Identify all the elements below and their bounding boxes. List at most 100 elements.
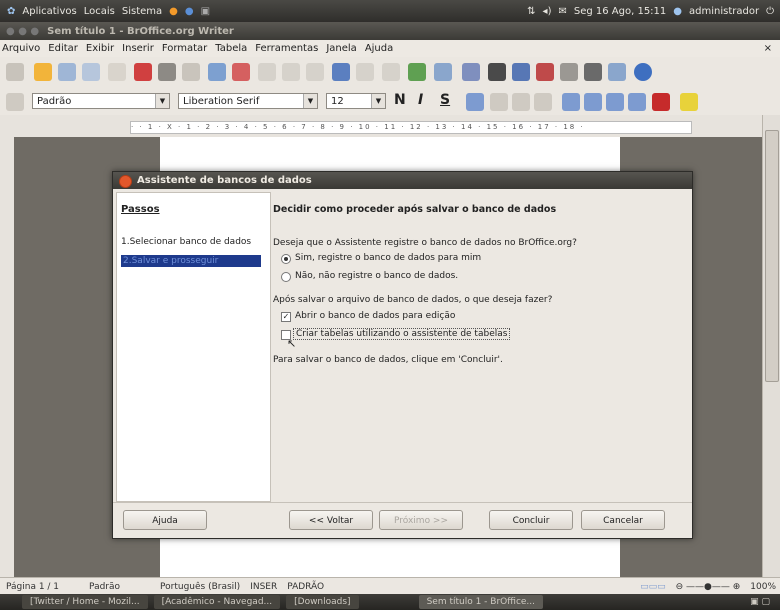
gnome-foot-icon[interactable]: ✿ xyxy=(7,6,15,17)
format-paintbrush-icon[interactable] xyxy=(332,63,350,81)
step-save-and-proceed[interactable]: 2.Salvar e prosseguir xyxy=(121,255,261,267)
navigator-icon[interactable] xyxy=(512,63,530,81)
window-title-bar[interactable]: ● ● ● Sem título 1 - BrOffice.org Writer xyxy=(0,22,780,40)
menu-janela[interactable]: Janela xyxy=(326,43,356,54)
menu-editar[interactable]: Editar xyxy=(48,43,78,54)
align-right-icon[interactable] xyxy=(512,93,530,111)
italic-button[interactable]: I xyxy=(418,92,423,108)
checkbox-open-database[interactable]: ✓ xyxy=(281,312,291,322)
paste-icon[interactable] xyxy=(306,63,324,81)
terminal-launcher-icon[interactable]: ▣ xyxy=(201,6,210,17)
cancel-button[interactable]: Cancelar xyxy=(581,510,665,530)
draw-functions-icon[interactable] xyxy=(462,63,480,81)
font-size-combo[interactable]: 12 ▼ xyxy=(326,93,386,109)
menu-exibir[interactable]: Exibir xyxy=(86,43,114,54)
scrollbar-thumb[interactable] xyxy=(765,130,779,382)
save-icon[interactable] xyxy=(58,63,76,81)
font-name-combo[interactable]: Liberation Serif ▼ xyxy=(178,93,318,109)
page-count[interactable]: Página 1 / 1 xyxy=(6,582,59,592)
radio-register-yes[interactable] xyxy=(281,254,291,264)
align-center-icon[interactable] xyxy=(490,93,508,111)
finish-button[interactable]: Concluir xyxy=(489,510,573,530)
export-pdf-icon[interactable] xyxy=(134,63,152,81)
menu-places[interactable]: Locais xyxy=(84,6,115,17)
menu-applications[interactable]: Aplicativos xyxy=(22,6,76,17)
redo-icon[interactable] xyxy=(382,63,400,81)
email-icon[interactable] xyxy=(82,63,100,81)
help-icon[interactable] xyxy=(634,63,652,81)
username[interactable]: administrador xyxy=(689,6,759,17)
chevron-down-icon[interactable]: ▼ xyxy=(371,94,385,108)
chevron-down-icon[interactable]: ▼ xyxy=(155,94,169,108)
menu-ferramentas[interactable]: Ferramentas xyxy=(255,43,318,54)
justify-icon[interactable] xyxy=(534,93,552,111)
bullets-icon[interactable] xyxy=(584,93,602,111)
radio-register-yes-label[interactable]: Sim, registre o banco de dados para mim xyxy=(295,253,481,263)
hyperlink-icon[interactable] xyxy=(408,63,426,81)
cut-icon[interactable] xyxy=(258,63,276,81)
selection-mode[interactable]: PADRÃO xyxy=(287,582,324,592)
find-icon[interactable] xyxy=(488,63,506,81)
print-icon[interactable] xyxy=(158,63,176,81)
menu-inserir[interactable]: Inserir xyxy=(122,43,154,54)
menu-system[interactable]: Sistema xyxy=(122,6,162,17)
align-left-icon[interactable] xyxy=(466,93,484,111)
next-button[interactable]: Próximo >> xyxy=(379,510,463,530)
zoom-icon[interactable] xyxy=(608,63,626,81)
spellcheck-icon[interactable] xyxy=(208,63,226,81)
volume-icon[interactable]: ◂) xyxy=(543,6,552,17)
highlight-icon[interactable] xyxy=(680,93,698,111)
menu-tabela[interactable]: Tabela xyxy=(215,43,247,54)
document-close-icon[interactable]: × xyxy=(764,43,772,54)
insert-mode[interactable]: INSER xyxy=(250,582,277,592)
bold-button[interactable]: N xyxy=(394,92,406,108)
nonprinting-chars-icon[interactable] xyxy=(584,63,602,81)
help-button[interactable]: Ajuda xyxy=(123,510,207,530)
underline-button[interactable]: S xyxy=(440,92,450,108)
zoom-slider[interactable]: ⊖ ——●—— ⊕ xyxy=(676,582,741,592)
copy-icon[interactable] xyxy=(282,63,300,81)
dialog-close-icon[interactable] xyxy=(119,175,132,188)
task-writer[interactable]: Sem título 1 - BrOffice... xyxy=(418,595,544,609)
task-academico[interactable]: [Acadêmico - Navegad... xyxy=(153,595,281,609)
radio-register-no-label[interactable]: Não, não registre o banco de dados. xyxy=(295,271,458,281)
menu-ajuda[interactable]: Ajuda xyxy=(365,43,393,54)
back-button[interactable]: << Voltar xyxy=(289,510,373,530)
menu-formatar[interactable]: Formatar xyxy=(162,43,207,54)
decrease-indent-icon[interactable] xyxy=(606,93,624,111)
data-sources-icon[interactable] xyxy=(560,63,578,81)
print-preview-icon[interactable] xyxy=(182,63,200,81)
window-close-icon[interactable]: ● ● ● xyxy=(6,26,39,37)
checkbox-create-tables-label[interactable]: Criar tabelas utilizando o assistente de… xyxy=(293,328,511,340)
checkbox-open-database-label[interactable]: Abrir o banco de dados para edição xyxy=(295,311,455,321)
ruler-scale[interactable]: · · 1 · X · 1 · 2 · 3 · 4 · 5 · 6 · 7 · … xyxy=(130,121,692,134)
step-select-database[interactable]: 1.Selecionar banco de dados xyxy=(121,237,251,247)
edit-file-icon[interactable] xyxy=(108,63,126,81)
new-document-icon[interactable] xyxy=(6,63,24,81)
help-launcher-icon[interactable]: ● xyxy=(185,6,194,17)
styles-icon[interactable] xyxy=(6,93,24,111)
numbering-icon[interactable] xyxy=(562,93,580,111)
firefox-launcher-icon[interactable]: ● xyxy=(169,6,178,17)
task-downloads[interactable]: [Downloads] xyxy=(286,595,359,609)
open-icon[interactable] xyxy=(34,63,52,81)
table-icon[interactable] xyxy=(434,63,452,81)
undo-icon[interactable] xyxy=(356,63,374,81)
font-color-icon[interactable] xyxy=(652,93,670,111)
workspace-switcher-icon[interactable]: ▣ ▢ xyxy=(750,597,770,607)
network-icon[interactable]: ⇅ xyxy=(527,6,535,17)
paragraph-style-combo[interactable]: Padrão ▼ xyxy=(32,93,170,109)
view-layout-icon[interactable]: ▭▭▭ xyxy=(640,582,666,592)
task-twitter[interactable]: [Twitter / Home - Mozil... xyxy=(22,595,148,609)
menu-arquivo[interactable]: Arquivo xyxy=(2,43,40,54)
gallery-icon[interactable] xyxy=(536,63,554,81)
clock[interactable]: Seg 16 Ago, 15:11 xyxy=(574,6,666,17)
mail-icon[interactable]: ✉ xyxy=(558,6,566,17)
increase-indent-icon[interactable] xyxy=(628,93,646,111)
radio-register-no[interactable] xyxy=(281,272,291,282)
page-style[interactable]: Padrão xyxy=(89,582,120,592)
power-icon[interactable]: ⏻ xyxy=(766,6,774,17)
zoom-level[interactable]: 100% xyxy=(750,582,776,592)
dialog-title-bar[interactable]: Assistente de bancos de dados xyxy=(113,172,692,189)
chevron-down-icon[interactable]: ▼ xyxy=(303,94,317,108)
